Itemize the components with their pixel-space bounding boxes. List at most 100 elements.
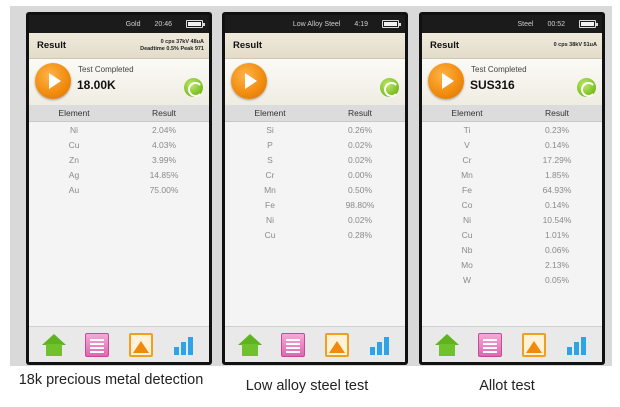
result-cell: 14.85% [149, 169, 179, 180]
result-cell: 2.04% [151, 124, 177, 135]
table-row: Ni 0.02% [225, 212, 405, 227]
table-row: Cu 4.03% [29, 137, 209, 152]
start-test-button[interactable] [428, 63, 464, 99]
column-result: Result [347, 108, 373, 118]
test-status: Test Completed [78, 65, 134, 74]
results-table[interactable]: Ti 0.23% V 0.14% Cr 17.29% Mn 1.85% Fe 6… [422, 122, 602, 287]
report-icon[interactable] [478, 332, 503, 357]
measurement-meta: 0 cps 38kV 51uA [554, 42, 597, 49]
result-cell: 75.00% [149, 184, 179, 195]
table-row: Au 75.00% [29, 182, 209, 197]
table-header: Element Result [29, 105, 209, 122]
start-test-button[interactable] [231, 63, 267, 99]
refresh-icon[interactable] [577, 78, 596, 97]
result-cell: 1.85% [544, 169, 570, 180]
result-cell: 0.06% [544, 244, 570, 255]
result-cell: 98.80% [345, 199, 375, 210]
mode-label: Gold [125, 20, 141, 28]
bottom-dock [422, 326, 602, 362]
results-table[interactable]: Ni 2.04% Cu 4.03% Zn 3.99% Ag 14.85% Au … [29, 122, 209, 197]
result-cell: 17.29% [542, 154, 572, 165]
column-element: Element [58, 108, 90, 118]
result-cell: 2.13% [544, 259, 570, 270]
result-cell: 1.01% [544, 229, 570, 240]
mode-label: Steel [517, 20, 534, 28]
meta-line-1: 0 cps 38kV 51uA [553, 42, 597, 48]
element-cell: Ti [463, 124, 471, 135]
element-cell: Cu [68, 139, 80, 150]
bar-chart-icon[interactable] [172, 333, 196, 357]
mode-label: Low Alloy Steel [292, 20, 341, 28]
test-status: Test Completed [471, 65, 527, 74]
bar-chart-icon[interactable] [565, 333, 589, 357]
status-bar: Steel 00:52 [422, 15, 602, 33]
clock: 4:19 [354, 20, 368, 28]
measurement-meta: 0 cps 37kV 48uA Deadtime 0.5% Peak 971 [140, 39, 204, 53]
table-row: Fe 98.80% [225, 197, 405, 212]
report-icon[interactable] [281, 332, 306, 357]
column-result: Result [151, 108, 177, 118]
table-header: Element Result [422, 105, 602, 122]
element-cell: Cr [265, 169, 275, 180]
result-cell: 0.14% [544, 139, 570, 150]
table-row: Cr 17.29% [422, 152, 602, 167]
refresh-icon[interactable] [184, 78, 203, 97]
element-cell: P [267, 139, 273, 150]
element-cell: Co [461, 199, 473, 210]
table-row: Mn 0.50% [225, 182, 405, 197]
bottom-dock [29, 326, 209, 362]
element-cell: W [462, 274, 472, 285]
element-cell: Cu [264, 229, 276, 240]
spectrum-icon[interactable] [128, 332, 153, 357]
sample-name: SUS316 [470, 78, 515, 92]
element-cell: Cu [461, 229, 473, 240]
refresh-icon[interactable] [380, 78, 399, 97]
spectrum-icon[interactable] [521, 332, 546, 357]
test-summary: Test Completed SUS316 [422, 59, 602, 105]
element-cell: V [464, 139, 470, 150]
start-test-button[interactable] [35, 63, 71, 99]
result-cell: 0.05% [544, 274, 570, 285]
home-icon[interactable] [237, 333, 262, 357]
result-cell: 0.28% [347, 229, 373, 240]
table-row: Cr 0.00% [225, 167, 405, 182]
result-cell: 0.02% [347, 139, 373, 150]
battery-icon [382, 20, 401, 28]
result-header: Result 0 cps 38kV 51uA [422, 33, 602, 59]
result-cell: 0.50% [347, 184, 373, 195]
element-cell: Ni [69, 124, 79, 135]
element-cell: Mo [461, 259, 473, 270]
element-cell: Au [68, 184, 80, 195]
results-table[interactable]: Si 0.26% P 0.02% S 0.02% Cr 0.00% Mn 0.5… [225, 122, 405, 242]
report-icon[interactable] [85, 332, 110, 357]
result-cell: 3.99% [151, 154, 177, 165]
result-cell: 0.26% [347, 124, 373, 135]
table-row: V 0.14% [422, 137, 602, 152]
clock: 00:52 [547, 20, 565, 28]
home-icon[interactable] [41, 333, 66, 357]
bottom-dock [225, 326, 405, 362]
element-cell: Ni [462, 214, 472, 225]
home-icon[interactable] [434, 333, 459, 357]
table-row: Zn 3.99% [29, 152, 209, 167]
table-row: Ni 2.04% [29, 122, 209, 137]
result-cell: 0.23% [544, 124, 570, 135]
meta-line-1: 0 cps 37kV 48uA [160, 38, 204, 45]
bar-chart-icon[interactable] [368, 333, 392, 357]
element-cell: Ni [265, 214, 275, 225]
table-row: W 0.05% [422, 272, 602, 287]
column-element: Element [254, 108, 286, 118]
table-row: P 0.02% [225, 137, 405, 152]
device-screen: Low Alloy Steel 4:19 Result Element Resu… [225, 15, 405, 362]
element-cell: Zn [69, 154, 79, 165]
device-screen: Steel 00:52 Result 0 cps 38kV 51uA Test … [422, 15, 602, 362]
result-title: Result [37, 40, 67, 51]
result-cell: 64.93% [542, 184, 572, 195]
result-cell: 0.02% [347, 154, 373, 165]
result-cell: 0.14% [544, 199, 570, 210]
element-cell: Mn [461, 169, 473, 180]
spectrum-icon[interactable] [324, 332, 349, 357]
element-cell: Mn [264, 184, 276, 195]
element-cell: Nb [461, 244, 473, 255]
table-row: Mn 1.85% [422, 167, 602, 182]
